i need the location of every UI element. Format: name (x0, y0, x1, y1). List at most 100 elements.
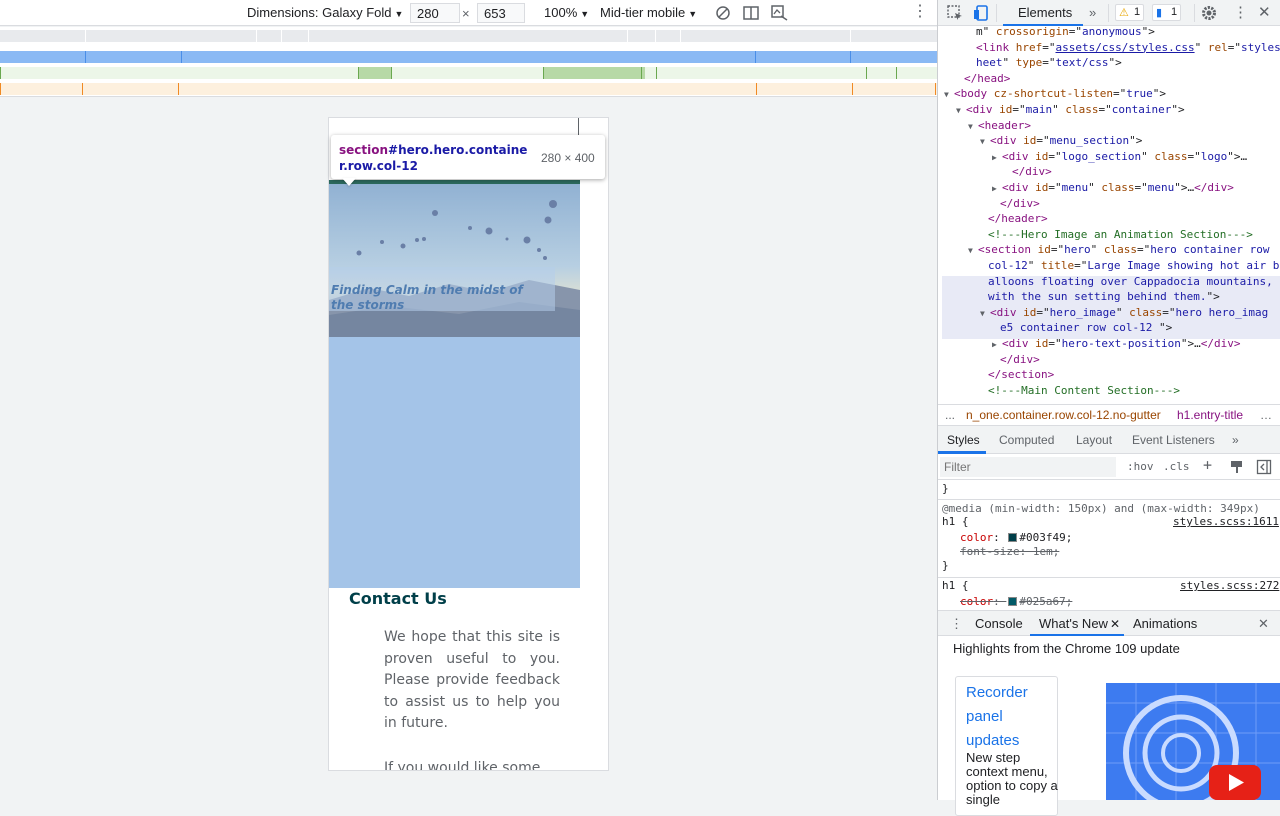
more-options-icon[interactable]: ⋮ (912, 4, 928, 20)
dom-tree[interactable]: m" crossorigin="anonymous"> <link href="a… (938, 26, 1280, 404)
dom-node-line[interactable]: </div> (1012, 164, 1052, 180)
device-preset-bar[interactable] (0, 30, 937, 42)
dom-node-line[interactable]: ▼ <body cz-shortcut-listen="true"> (944, 86, 1166, 103)
dom-node-line[interactable]: ▶ <div id="menu" class="menu">…</div> (992, 180, 1234, 197)
expand-triangle-icon[interactable]: ▼ (944, 87, 954, 103)
settings-gear-icon[interactable] (1200, 4, 1218, 22)
dom-node-line[interactable]: ▶ <div id="hero-text-position">…</div> (992, 336, 1240, 353)
add-rule-icon[interactable]: + (1203, 456, 1212, 474)
close-drawer-icon[interactable]: ✕ (1258, 616, 1269, 632)
dom-node-line[interactable]: </section> (988, 367, 1054, 383)
tab-whats-new[interactable]: What's New (1039, 616, 1108, 631)
toggle-sidebar-icon[interactable] (1256, 459, 1272, 475)
dom-node-line[interactable]: ▼ <div id="hero_image" class="hero hero_i… (980, 305, 1268, 322)
collapse-triangle-icon[interactable]: ▶ (992, 337, 1002, 353)
caret-down-icon: ▼ (580, 9, 590, 19)
zoom-dropdown[interactable]: 100% ▼ (544, 5, 589, 20)
dom-node-line[interactable]: with the sun setting behind them."> (988, 289, 1220, 305)
expand-triangle-icon[interactable]: ▼ (980, 134, 990, 150)
dom-node-line[interactable]: ▶ <div id="logo_section" class="logo">… (992, 149, 1247, 166)
dom-breadcrumb: ... n_one.container.row.col-12.no-gutter… (938, 404, 1280, 426)
tab-event-listeners[interactable]: Event Listeners (1132, 433, 1215, 447)
rule-selector-h1[interactable]: h1 { styles.scss:272 (942, 579, 1280, 593)
styles-filter-bar: :hov .cls + (938, 454, 1280, 480)
css-rules[interactable]: } @media (min-width: 150px) and (max-wid… (938, 480, 1280, 610)
collapse-triangle-icon[interactable]: ▶ (992, 181, 1002, 197)
messages-badge[interactable]: ▮ 1 (1152, 4, 1182, 21)
caret-down-icon: ▼ (394, 9, 404, 19)
height-input[interactable] (477, 3, 525, 23)
dom-node-line[interactable]: col-12" title="Large Image showing hot a… (988, 258, 1279, 274)
dom-node-line[interactable]: m" crossorigin="anonymous"> (976, 26, 1155, 40)
dom-node-line[interactable]: <link href="assets/css/styles.css" rel="… (976, 40, 1280, 56)
dom-node-line[interactable]: ▼ <header> (968, 118, 1031, 135)
dom-node-line[interactable]: </div> (1000, 352, 1040, 368)
dom-node-line[interactable]: ▼ <section id="hero" class="hero containe… (968, 242, 1269, 259)
tab-console[interactable]: Console (975, 616, 1023, 631)
min-width-media-bar[interactable] (0, 83, 937, 95)
dom-node-line[interactable]: alloons floating over Cappadocia mountai… (988, 274, 1273, 290)
tab-elements[interactable]: Elements (1018, 5, 1072, 20)
contact-paragraph: We hope that this site is proven useful … (384, 629, 560, 731)
collapse-triangle-icon[interactable]: ▶ (992, 150, 1002, 166)
cls-toggle[interactable]: .cls (1163, 460, 1190, 473)
dom-node-line[interactable]: </header> (988, 211, 1048, 227)
dom-node-line[interactable]: ▼ <div id="main" class="container"> (956, 102, 1185, 119)
whats-new-video-thumbnail[interactable] (1106, 683, 1280, 800)
expand-triangle-icon[interactable]: ▼ (956, 103, 966, 119)
tab-computed[interactable]: Computed (999, 433, 1054, 447)
more-style-tabs[interactable]: » (1232, 433, 1239, 447)
paint-brush-icon[interactable] (1229, 459, 1245, 475)
tab-layout[interactable]: Layout (1076, 433, 1112, 447)
width-input[interactable] (410, 3, 460, 23)
breadcrumb-crumb[interactable]: n_one.container.row.col-12.no-gutter (966, 408, 1161, 422)
dom-node-line[interactable]: ▼ <div id="menu_section"> (980, 133, 1142, 150)
dom-node-line[interactable]: </head> (964, 71, 1010, 87)
dom-node-line[interactable]: <!---Main Content Section---> (988, 383, 1180, 399)
source-link[interactable]: styles.scss:1611 (1173, 515, 1279, 529)
expand-triangle-icon[interactable]: ▼ (980, 306, 990, 322)
throttling-dropdown[interactable]: Mid-tier mobile ▼ (600, 5, 697, 20)
emulated-page[interactable]: Finding Calm in the midst of the storms … (328, 117, 609, 771)
warnings-badge[interactable]: ⚠ 1 (1115, 4, 1145, 21)
hov-toggle[interactable]: :hov (1127, 460, 1154, 473)
declaration-color[interactable]: color: #003f49; (960, 531, 1072, 545)
dom-node-line[interactable]: e5 container row col-12 "> (1000, 320, 1172, 336)
styles-tabbar: Styles Computed Layout Event Listeners » (938, 426, 1280, 454)
expand-triangle-icon[interactable]: ▼ (968, 243, 978, 259)
rotate-icon[interactable] (714, 4, 732, 22)
source-link[interactable]: styles.scss:272 (1180, 579, 1279, 593)
color-swatch[interactable] (1008, 597, 1018, 606)
drawer-menu-icon[interactable]: ⋮ (950, 616, 963, 632)
dom-node-line[interactable]: <!---Hero Image an Animation Section---> (988, 227, 1253, 243)
max-width-media-bar[interactable] (0, 51, 937, 63)
tab-animations[interactable]: Animations (1133, 616, 1197, 631)
close-devtools-icon[interactable]: ✕ (1258, 3, 1271, 21)
declaration-font-size-overridden[interactable]: font-size: 1em; (960, 545, 1059, 559)
device-toolbar-icon[interactable] (973, 4, 991, 22)
min-max-media-bar[interactable] (0, 67, 937, 79)
breadcrumb-ellipsis[interactable]: ... (945, 408, 955, 422)
styles-filter-input[interactable] (940, 457, 1116, 477)
hero-section[interactable] (329, 180, 580, 588)
breadcrumb-crumb-selected[interactable]: h1.entry-title (1177, 408, 1243, 422)
breadcrumb-more[interactable]: … (1260, 408, 1272, 422)
dual-screen-icon[interactable] (742, 4, 760, 22)
tab-styles[interactable]: Styles (947, 433, 980, 447)
expand-triangle-icon[interactable]: ▼ (968, 119, 978, 135)
rule-selector-h1[interactable]: h1 { styles.scss:1611 (942, 515, 1280, 529)
warning-icon: ⚠ (1119, 7, 1129, 19)
dom-node-line[interactable]: </div> (1000, 196, 1040, 212)
color-swatch[interactable] (1008, 533, 1018, 542)
dom-node-line[interactable]: heet" type="text/css"> (976, 55, 1122, 71)
devtools-panel: Elements » ⚠ 1 ▮ 1 ⋮ ✕ m" crossorigin="ano… (937, 0, 1280, 816)
declaration-color-overridden[interactable]: color: #025a67; (960, 595, 1072, 609)
card-title[interactable]: Recorder panel updates (966, 681, 1056, 753)
dimensions-dropdown[interactable]: Dimensions: Galaxy Fold ▼ (247, 5, 403, 20)
close-tab-icon[interactable]: ✕ (1110, 617, 1120, 631)
more-tabs-button[interactable]: » (1089, 5, 1096, 20)
inspect-element-icon[interactable] (946, 4, 964, 22)
whats-new-card[interactable]: Recorder panel updates New step context … (955, 676, 1058, 816)
device-posture-icon[interactable] (770, 4, 788, 22)
devtools-menu-icon[interactable]: ⋮ (1233, 3, 1248, 21)
